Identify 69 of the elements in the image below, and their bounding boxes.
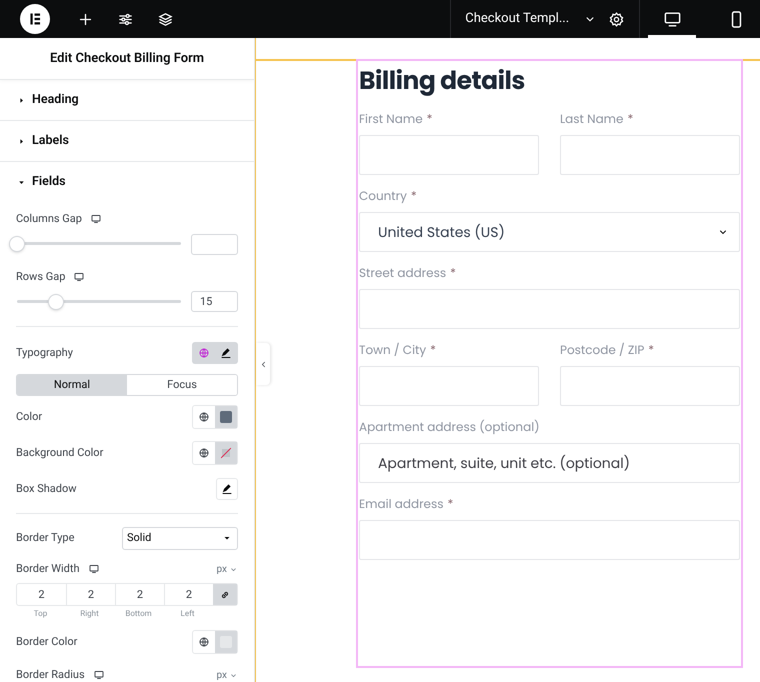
pencil-icon xyxy=(220,347,232,359)
required-mark: * xyxy=(448,496,454,514)
slider-track[interactable] xyxy=(9,235,181,253)
text-input[interactable] xyxy=(359,366,539,406)
field-label: Last Name xyxy=(560,111,624,129)
required-mark: * xyxy=(426,111,433,129)
pencil-icon xyxy=(221,483,233,495)
color-swatch-button[interactable] xyxy=(215,631,237,653)
required-mark: * xyxy=(648,342,654,360)
field-label: Country xyxy=(359,188,407,206)
color-swatch-button[interactable] xyxy=(215,442,237,464)
globe-icon xyxy=(198,636,210,648)
dimension-label: Bottom xyxy=(124,608,153,620)
section-toggle[interactable]: Labels xyxy=(0,121,254,162)
required-mark: * xyxy=(627,111,634,129)
required-mark: * xyxy=(410,188,417,206)
control-label: Rows Gap xyxy=(16,268,66,284)
country-select[interactable]: United States (US) xyxy=(359,212,740,252)
unit-dropdown[interactable]: px xyxy=(216,668,238,682)
no-color-icon xyxy=(218,445,234,461)
panel-collapse-handle[interactable] xyxy=(256,343,270,385)
globe-icon xyxy=(198,347,210,359)
field-label: First Name xyxy=(359,111,423,129)
control-label: Typography xyxy=(16,344,73,361)
desktop-icon xyxy=(662,10,682,28)
control-label: Border Width xyxy=(16,560,80,577)
color-swatch-button[interactable] xyxy=(215,406,237,428)
field-label: Apartment address (optional) xyxy=(359,419,540,437)
form-heading: Billing details xyxy=(359,63,526,99)
number-input[interactable] xyxy=(191,234,238,254)
dimension-label: Right xyxy=(79,608,100,620)
required-mark: * xyxy=(430,342,436,360)
field-label: Street address xyxy=(359,265,446,283)
dimension-label: Left xyxy=(180,608,196,620)
field-label: Town / City xyxy=(359,342,426,360)
layers-icon xyxy=(156,10,174,28)
globe-icon xyxy=(198,447,210,459)
required-mark: * xyxy=(450,265,456,283)
unit-dropdown[interactable]: px xyxy=(216,562,238,576)
section-toggle[interactable]: Heading xyxy=(0,80,254,121)
control-label: Columns Gap xyxy=(16,211,82,227)
settings-button[interactable] xyxy=(608,10,625,28)
slider-thumb[interactable] xyxy=(9,236,25,252)
number-input[interactable]: 15 xyxy=(191,291,238,312)
globe-icon xyxy=(198,411,210,423)
state-tab[interactable]: Normal xyxy=(17,375,127,395)
control-label: Color xyxy=(16,408,42,425)
section-toggle[interactable]: Fields xyxy=(0,162,254,203)
document-title-dropdown[interactable]: Checkout Templ... xyxy=(465,9,598,29)
field-label: Email address xyxy=(359,496,444,514)
text-input[interactable] xyxy=(560,135,740,175)
settings-icon xyxy=(608,10,625,28)
control-label: Border Radius xyxy=(16,666,85,682)
text-input[interactable] xyxy=(359,520,740,560)
control-label: Box Shadow xyxy=(16,480,77,497)
control-label: Border Color xyxy=(16,634,78,650)
text-input[interactable] xyxy=(359,135,539,175)
control-label: Border Type xyxy=(16,530,74,546)
logo-button[interactable] xyxy=(20,4,50,34)
slider-thumb[interactable] xyxy=(48,294,64,310)
text-input[interactable] xyxy=(359,289,740,329)
text-input[interactable]: Apartment, suite, unit etc. (optional) xyxy=(359,443,740,483)
text-input[interactable] xyxy=(560,366,740,406)
panel-title: Edit Checkout Billing Form xyxy=(50,50,204,68)
edit-shadow-button[interactable] xyxy=(216,478,238,500)
field-label: Postcode / ZIP xyxy=(560,342,644,360)
border-type-select[interactable]: Solid xyxy=(122,526,238,550)
dimension-label: Top xyxy=(32,608,48,620)
control-label: Background Color xyxy=(16,444,104,461)
